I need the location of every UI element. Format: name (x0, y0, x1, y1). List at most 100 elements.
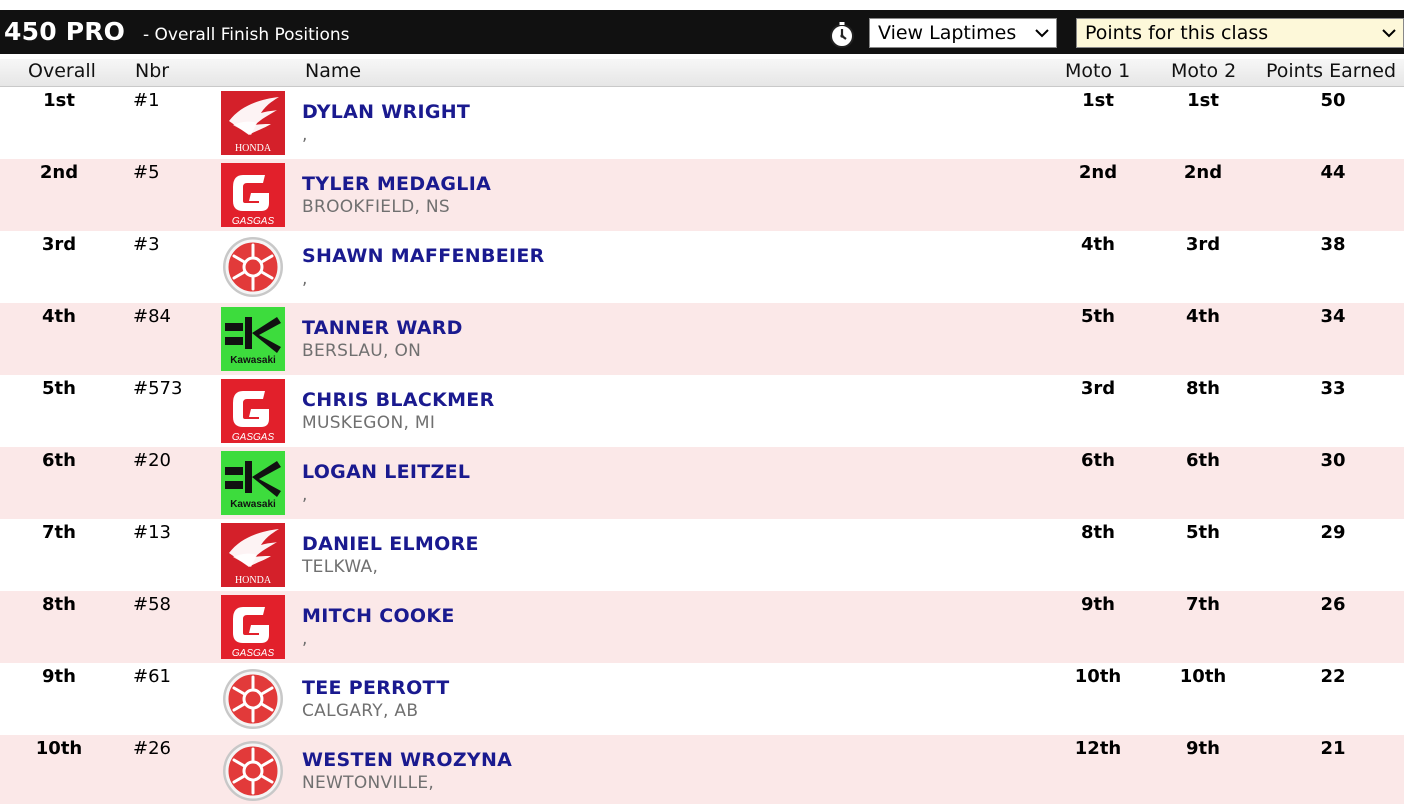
moto1-result: 2nd (1078, 162, 1118, 183)
rider-number: #1 (133, 90, 160, 111)
kawasaki-logo-icon: Kawasaki (221, 451, 285, 515)
moto2-result: 10th (1179, 666, 1227, 687)
gasgas-logo-icon: GASGAS (221, 595, 285, 659)
points-earned: 22 (1320, 666, 1346, 687)
overall-position: 1st (43, 90, 75, 111)
yamaha-logo-icon (221, 739, 285, 803)
rider-name-link[interactable]: DYLAN WRIGHT (302, 101, 470, 123)
points-earned: 34 (1320, 306, 1346, 327)
rider-hometown: , (302, 269, 308, 289)
svg-text:Kawasaki: Kawasaki (230, 499, 276, 510)
points-class-select[interactable]: Points for this class (1076, 18, 1404, 48)
svg-text:GASGAS: GASGAS (232, 216, 275, 227)
table-row: 9th #61 TEE PERROTT CALGARY, AB 10th 10t… (0, 663, 1404, 735)
svg-text:GASGAS: GASGAS (232, 432, 275, 443)
moto2-result: 3rd (1185, 234, 1221, 255)
rider-number: #61 (133, 666, 171, 687)
svg-text:GASGAS: GASGAS (232, 648, 275, 659)
class-title: 450 PRO (4, 17, 126, 46)
column-header-overall[interactable]: Overall (28, 60, 96, 82)
moto1-result: 4th (1081, 234, 1115, 255)
rider-number: #58 (133, 594, 171, 615)
view-laptimes-select[interactable]: View Laptimes (869, 18, 1057, 48)
chevron-down-icon (1035, 29, 1049, 38)
results-title-bar: 450 PRO - Overall Finish Positions View … (0, 10, 1404, 54)
moto1-result: 10th (1074, 666, 1122, 687)
rider-name-link[interactable]: SHAWN MAFFENBEIER (302, 245, 545, 267)
overall-position: 5th (42, 378, 76, 399)
overall-position: 2nd (39, 162, 79, 183)
points-earned: 38 (1320, 234, 1346, 255)
rider-hometown: MUSKEGON, MI (302, 413, 436, 433)
overall-position: 6th (42, 450, 76, 471)
svg-text:HONDA: HONDA (235, 575, 272, 586)
rider-hometown: BERSLAU, ON (302, 341, 422, 361)
rider-name-link[interactable]: LOGAN LEITZEL (302, 461, 470, 483)
rider-name-link[interactable]: TEE PERROTT (302, 677, 450, 699)
overall-position: 10th (35, 738, 83, 759)
rider-hometown: CALGARY, AB (302, 701, 419, 721)
points-earned: 44 (1320, 162, 1346, 183)
results-table-body: 1st #1 HONDA DYLAN WRIGHT , 1st 1st 50 2… (0, 87, 1404, 804)
rider-name-link[interactable]: CHRIS BLACKMER (302, 389, 495, 411)
moto1-result: 6th (1081, 450, 1115, 471)
overall-position: 8th (42, 594, 76, 615)
points-earned: 21 (1320, 738, 1346, 759)
rider-number: #3 (133, 234, 160, 255)
table-row: 4th #84 Kawasaki TANNER WARD BERSLAU, ON… (0, 303, 1404, 375)
points-earned: 50 (1320, 90, 1346, 111)
svg-text:Kawasaki: Kawasaki (230, 355, 276, 366)
chevron-down-icon (1382, 29, 1396, 38)
gasgas-logo-icon: GASGAS (221, 163, 285, 227)
rider-name-link[interactable]: TYLER MEDAGLIA (302, 173, 491, 195)
moto1-result: 1st (1082, 90, 1114, 111)
moto2-result: 1st (1187, 90, 1219, 111)
page-subtitle: - Overall Finish Positions (143, 25, 350, 45)
rider-number: #5 (133, 162, 160, 183)
column-header-name[interactable]: Name (305, 60, 361, 82)
points-earned: 33 (1320, 378, 1346, 399)
moto1-result: 9th (1081, 594, 1115, 615)
column-header-points[interactable]: Points Earned (1266, 60, 1396, 82)
stopwatch-icon[interactable] (828, 21, 856, 49)
moto1-result: 3rd (1080, 378, 1116, 399)
overall-position: 9th (42, 666, 76, 687)
honda-logo-icon: HONDA (221, 91, 285, 155)
column-header-nbr[interactable]: Nbr (135, 60, 169, 82)
moto2-result: 7th (1186, 594, 1220, 615)
rider-number: #20 (133, 450, 171, 471)
rider-number: #13 (133, 522, 171, 543)
moto1-result: 12th (1074, 738, 1122, 759)
moto2-result: 4th (1186, 306, 1220, 327)
rider-hometown: , (302, 125, 308, 145)
table-row: 3rd #3 SHAWN MAFFENBEIER , 4th 3rd 38 (0, 231, 1404, 303)
view-laptimes-value: View Laptimes (878, 22, 1017, 44)
table-row: 10th #26 WESTEN WROZYNA NEWTONVILLE, 12t… (0, 735, 1404, 804)
rider-name-link[interactable]: DANIEL ELMORE (302, 533, 479, 555)
rider-name-link[interactable]: MITCH COOKE (302, 605, 455, 627)
overall-position: 3rd (41, 234, 77, 255)
rider-number: #84 (133, 306, 171, 327)
moto2-result: 5th (1186, 522, 1220, 543)
table-row: 6th #20 Kawasaki LOGAN LEITZEL , 6th 6th… (0, 447, 1404, 519)
svg-text:HONDA: HONDA (235, 143, 272, 154)
table-row: 7th #13 HONDA DANIEL ELMORE TELKWA, 8th … (0, 519, 1404, 591)
rider-hometown: BROOKFIELD, NS (302, 197, 450, 217)
rider-name-link[interactable]: WESTEN WROZYNA (302, 749, 512, 771)
points-earned: 29 (1320, 522, 1346, 543)
moto2-result: 2nd (1183, 162, 1223, 183)
overall-position: 7th (42, 522, 76, 543)
rider-hometown: NEWTONVILLE, (302, 773, 435, 793)
column-header-moto1[interactable]: Moto 1 (1065, 60, 1130, 82)
rider-hometown: , (302, 629, 308, 649)
table-row: 5th #573 GASGAS CHRIS BLACKMER MUSKEGON,… (0, 375, 1404, 447)
yamaha-logo-icon (221, 235, 285, 299)
moto2-result: 8th (1186, 378, 1220, 399)
rider-number: #26 (133, 738, 171, 759)
rider-name-link[interactable]: TANNER WARD (302, 317, 463, 339)
moto2-result: 6th (1186, 450, 1220, 471)
points-earned: 30 (1320, 450, 1346, 471)
yamaha-logo-icon (221, 667, 285, 731)
table-row: 2nd #5 GASGAS TYLER MEDAGLIA BROOKFIELD,… (0, 159, 1404, 231)
column-header-moto2[interactable]: Moto 2 (1171, 60, 1236, 82)
